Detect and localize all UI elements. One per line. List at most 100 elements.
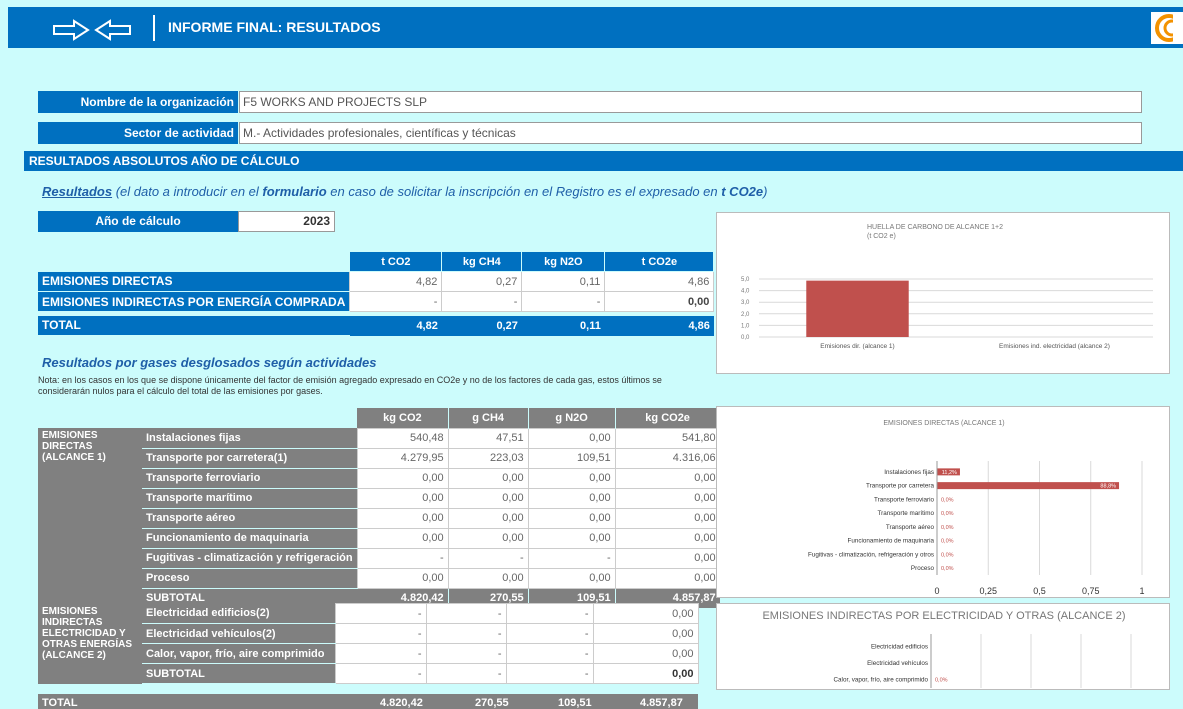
cell-value: 4.279,95 xyxy=(356,447,449,469)
y-tick-label: Electricidad edificios xyxy=(871,643,928,650)
row-label: Funcionamiento de maquinaria xyxy=(142,528,358,549)
gases-col-header: g N2O xyxy=(528,408,616,428)
row-label: EMISIONES INDIRECTAS POR ENERGÍA COMPRAD… xyxy=(38,291,350,312)
arrow-right-icon[interactable] xyxy=(52,19,90,41)
x-tick-label: 0,5 xyxy=(1033,586,1046,596)
y-tick-label: 4,0 xyxy=(741,289,750,295)
arrow-left-icon[interactable] xyxy=(94,19,132,41)
results-intro-word: Resultados xyxy=(42,184,113,199)
cell-value: - xyxy=(505,623,594,644)
cell-value: 109,51 xyxy=(527,447,616,469)
y-tick-label: Transporte por carretera xyxy=(866,483,935,490)
cell-value: 0,00 xyxy=(447,487,529,509)
cell-value: 0,27 xyxy=(441,271,523,292)
table-row: EMISIONES INDIRECTAS ELECTRICIDAD Y OTRA… xyxy=(38,603,699,684)
cell-value: 0,00 xyxy=(447,467,529,489)
chart-plot: Electricidad edificios Electricidad vehíc… xyxy=(834,634,1132,688)
group-label-scope2: EMISIONES INDIRECTAS ELECTRICIDAD Y OTRA… xyxy=(38,603,142,684)
summary-row-indirect: EMISIONES INDIRECTAS POR ENERGÍA COMPRAD… xyxy=(38,291,715,312)
cell-value: - xyxy=(349,291,443,312)
cell-value: 0,00 xyxy=(614,487,721,509)
chart-direct-emissions-svg: EMISIONES DIRECTAS (ALCANCE 1) 0 0,25 0,5 0… xyxy=(808,420,1144,596)
cell-value: - xyxy=(521,291,606,312)
summary-col-header: t CO2 xyxy=(349,251,443,272)
results-intro-text-3: ) xyxy=(763,184,768,199)
row-label: Instalaciones fijas xyxy=(142,428,358,449)
cell-value: 0,00 xyxy=(356,487,449,509)
cell-value: - xyxy=(425,643,507,664)
cell-value: 0,00 xyxy=(614,467,721,489)
x-tick-label: 0,25 xyxy=(979,586,997,596)
gases-table-scope1: kg CO2 g CH4 g N2O kg CO2e EMISIONES DIR… xyxy=(38,408,721,609)
gases-col-header: kg CO2 xyxy=(357,408,449,428)
row-label: Transporte por carretera(1) xyxy=(142,448,358,469)
chart-indirect-emissions-svg: EMISIONES INDIRECTAS POR ELECTRICIDAD Y … xyxy=(762,610,1132,688)
y-tick-label: Proceso xyxy=(911,565,935,572)
results-intro-bold: formulario xyxy=(262,184,327,199)
cell-value: 0,11 xyxy=(521,271,606,292)
y-tick-label: Electricidad vehículos xyxy=(867,660,928,667)
cell-value: - xyxy=(505,663,594,684)
summary-header-row: t CO2 kg CH4 kg N2O t CO2e xyxy=(38,251,715,272)
sector-field[interactable]: M.- Actividades profesionales, científic… xyxy=(239,122,1142,144)
gases-header-row: kg CO2 g CH4 g N2O kg CO2e xyxy=(38,408,721,428)
cell-value: 4,82 xyxy=(349,271,443,292)
cell-value: - xyxy=(441,291,523,312)
x-tick-label: 0,75 xyxy=(1082,586,1100,596)
gases-note: Nota: en los casos en los que se dispone… xyxy=(38,375,662,396)
cell-value: 47,51 xyxy=(447,427,529,449)
chart-plot: 0,0 1,0 2,0 3,0 4,0 5,0 Emisiones dir. (alcanc… xyxy=(741,277,1153,350)
top-header-bar: INFORME FINAL: RESULTADOS xyxy=(8,7,1183,48)
data-label: 0,0% xyxy=(941,539,954,545)
cell-value: 0,27 xyxy=(441,315,522,336)
row-label: Transporte marítimo xyxy=(142,488,358,509)
cell-value: - xyxy=(505,643,594,664)
total-value: 4.820,42 xyxy=(380,697,423,709)
cell-value: 0,00 xyxy=(614,567,721,589)
org-name-field[interactable]: F5 WORKS AND PROJECTS SLP xyxy=(239,91,1142,113)
sector-label: Sector de actividad xyxy=(38,122,238,144)
x-tick-label: 1 xyxy=(1139,586,1144,596)
cell-value: - xyxy=(334,663,427,684)
section-title: RESULTADOS ABSOLUTOS AÑO DE CÁLCULO xyxy=(24,151,1183,171)
y-tick-label: 1,0 xyxy=(741,323,750,329)
cell-value: 0,00 xyxy=(447,507,529,529)
data-label: 11,2% xyxy=(942,470,957,476)
cell-value: - xyxy=(447,547,529,569)
cell-value: 223,03 xyxy=(447,447,529,469)
total-value: 109,51 xyxy=(558,697,592,709)
row-label: Transporte aéreo xyxy=(142,508,358,529)
cell-value: - xyxy=(527,547,616,569)
total-value: 4.857,87 xyxy=(640,697,683,709)
year-label: Año de cálculo xyxy=(38,211,238,232)
cell-value: 540,48 xyxy=(356,427,449,449)
summary-row-total: TOTAL 4,82 0,27 0,11 4,86 xyxy=(38,315,714,336)
data-label: 88,8% xyxy=(1100,484,1116,490)
cell-value: 0,00 xyxy=(592,623,699,644)
header-separator xyxy=(153,15,155,41)
gases-col-header: g CH4 xyxy=(448,408,529,428)
total-value: 270,55 xyxy=(475,697,509,709)
cell-value: 0,00 xyxy=(356,567,449,589)
year-field[interactable]: 2023 xyxy=(238,211,335,232)
sector-row: Sector de actividad M.- Actividades prof… xyxy=(38,122,1142,144)
y-tick-label: Transporte ferroviario xyxy=(874,496,934,503)
summary-col-header: kg N2O xyxy=(521,251,606,272)
x-tick-label: 0 xyxy=(934,586,939,596)
summary-table: t CO2 kg CH4 kg N2O t CO2e EMISIONES DIR… xyxy=(38,251,715,336)
cell-value: 0,00 xyxy=(527,487,616,509)
cell-value: 0,00 xyxy=(527,467,616,489)
y-tick-label: Instalaciones fijas xyxy=(884,469,934,476)
gases-header-blank xyxy=(38,408,357,428)
cell-value: - xyxy=(505,603,594,624)
cell-value: 0,00 xyxy=(592,663,699,684)
y-tick-label: 5,0 xyxy=(741,277,750,283)
row-label: EMISIONES DIRECTAS xyxy=(38,271,350,292)
gases-total-row: TOTAL 4.820,42 270,55 109,51 4.857,87 xyxy=(38,694,698,709)
cell-value: 0,00 xyxy=(447,527,529,549)
row-label: Calor, vapor, frío, aire comprimido xyxy=(142,643,335,664)
org-name-label: Nombre de la organización xyxy=(38,91,238,113)
summary-col-header: t CO2e xyxy=(604,251,715,272)
row-label: Proceso xyxy=(142,568,358,589)
data-label: 0,0% xyxy=(941,497,954,503)
